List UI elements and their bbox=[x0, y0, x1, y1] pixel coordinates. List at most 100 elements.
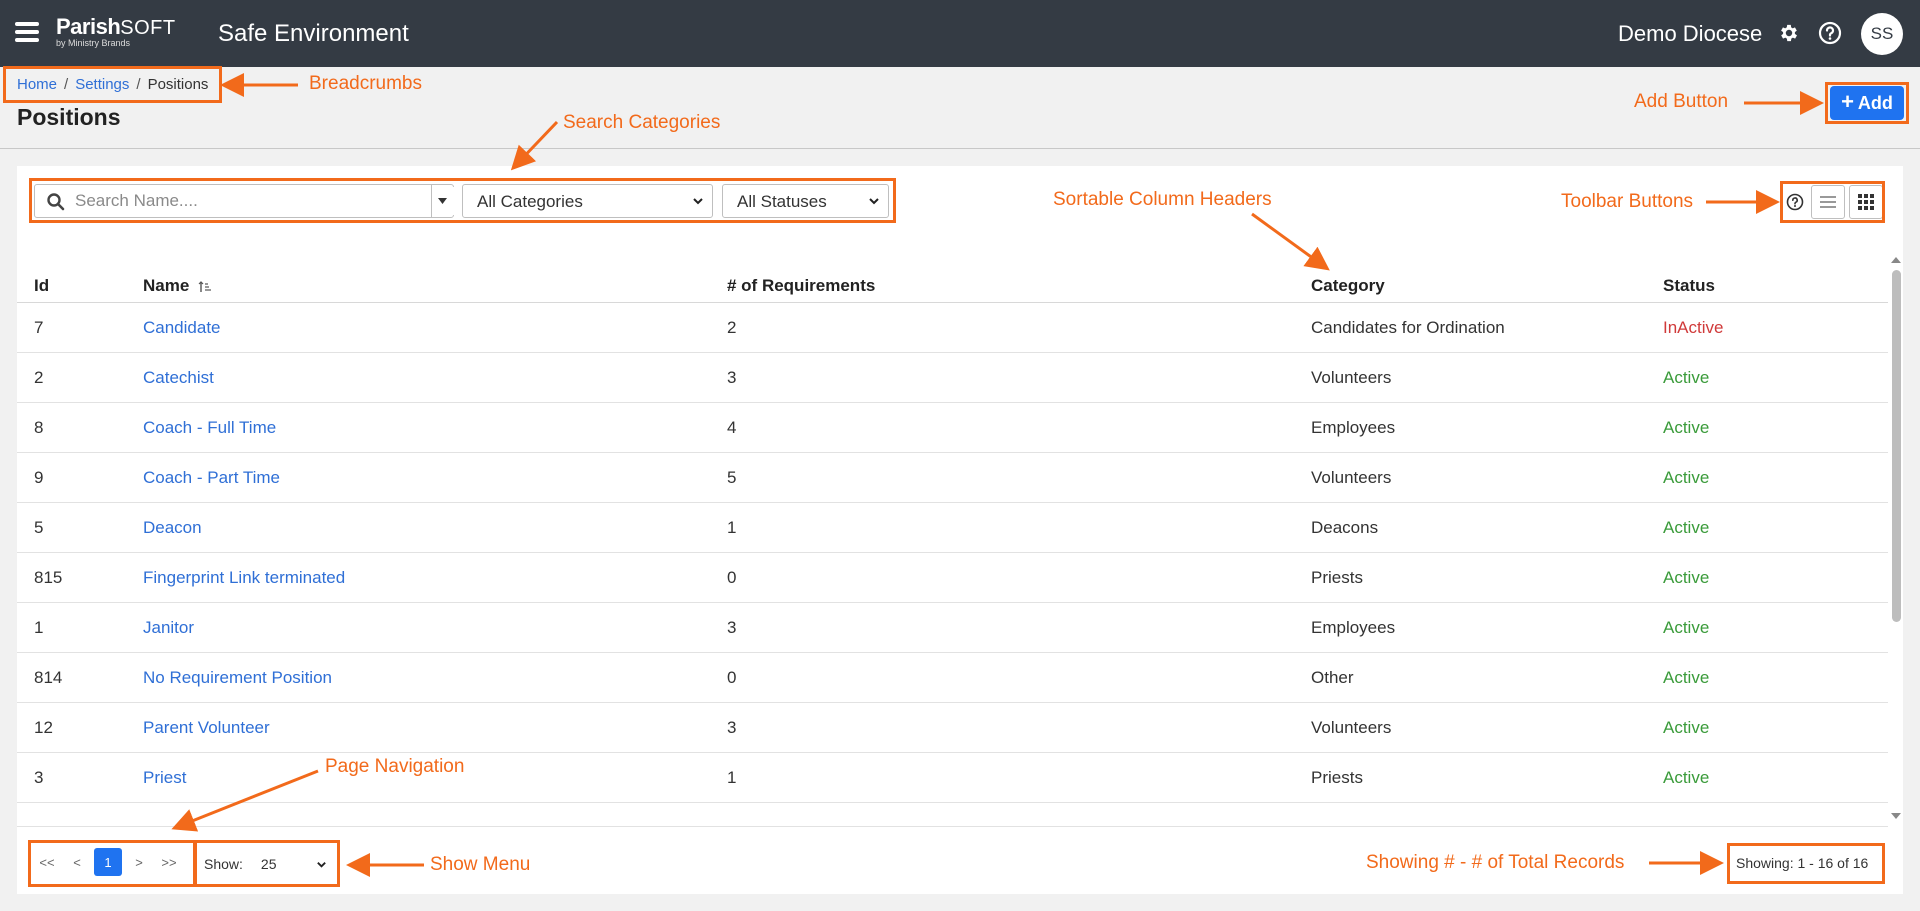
position-name-link[interactable]: Coach - Part Time bbox=[143, 468, 280, 488]
cell-status: Active bbox=[1663, 768, 1710, 787]
cell-requirements: 0 bbox=[727, 568, 737, 587]
next-page-button[interactable]: > bbox=[126, 848, 152, 876]
cell-category: Employees bbox=[1311, 618, 1396, 637]
add-button[interactable]: + Add bbox=[1830, 86, 1904, 120]
search-options-dropdown[interactable] bbox=[431, 185, 453, 217]
header-divider bbox=[0, 148, 1920, 149]
cell-category: Other bbox=[1311, 668, 1354, 687]
position-name-link[interactable]: Deacon bbox=[143, 518, 202, 538]
cell-requirements: 0 bbox=[727, 668, 737, 687]
cell-status: Active bbox=[1663, 518, 1710, 537]
cell-requirements: 3 bbox=[727, 368, 737, 387]
cell-id: 7 bbox=[34, 318, 44, 337]
column-header-name-label: Name bbox=[143, 276, 190, 295]
position-name-link[interactable]: Candidate bbox=[143, 318, 221, 338]
position-name-link[interactable]: Priest bbox=[143, 768, 186, 788]
position-name-link[interactable]: Parent Volunteer bbox=[143, 718, 270, 738]
breadcrumb-settings[interactable]: Settings bbox=[75, 76, 129, 93]
search-icon bbox=[47, 193, 65, 211]
column-header-status[interactable]: Status bbox=[1663, 276, 1715, 296]
cell-requirements: 4 bbox=[727, 418, 737, 437]
parishsoft-logo[interactable]: ParishSOFT by Ministry Brands bbox=[56, 14, 176, 48]
chevron-down-icon bbox=[693, 198, 703, 205]
breadcrumb-current: Positions bbox=[147, 76, 209, 93]
scroll-down-arrow-icon[interactable] bbox=[1891, 813, 1901, 819]
list-icon bbox=[1820, 196, 1836, 208]
help-icon[interactable] bbox=[1818, 21, 1842, 45]
position-name-link[interactable]: Janitor bbox=[143, 618, 194, 638]
category-select-value: All Categories bbox=[477, 192, 583, 211]
table-row[interactable]: 815 Fingerprint Link terminated 0 Priests Ac… bbox=[17, 553, 1888, 603]
table-row[interactable]: 5 Deacon 1 Deacons Active bbox=[17, 503, 1888, 553]
position-name-link[interactable]: Catechist bbox=[143, 368, 214, 388]
position-name-link[interactable]: Fingerprint Link terminated bbox=[143, 568, 345, 588]
search-input[interactable] bbox=[75, 187, 460, 215]
table-row[interactable]: 12 Parent Volunteer 3 Volunteers Active bbox=[17, 703, 1888, 753]
cell-category: Employees bbox=[1311, 418, 1396, 437]
gear-icon[interactable] bbox=[1778, 22, 1800, 44]
column-header-name[interactable]: Name bbox=[143, 276, 212, 296]
breadcrumb: Home / Settings / Positions bbox=[17, 76, 208, 93]
table-row[interactable]: 3 Priest 1 Priests Active bbox=[17, 753, 1888, 803]
caret-down-icon bbox=[438, 198, 447, 204]
cell-id: 3 bbox=[34, 768, 44, 787]
cell-id: 5 bbox=[34, 518, 44, 537]
table-row[interactable]: 1 Janitor 3 Employees Active bbox=[17, 603, 1888, 653]
page-1-button[interactable]: 1 bbox=[94, 848, 122, 876]
cell-id: 2 bbox=[34, 368, 44, 387]
table-row[interactable]: 814 No Requirement Position 0 Other Active bbox=[17, 653, 1888, 703]
first-page-button[interactable]: << bbox=[34, 848, 60, 876]
status-select[interactable]: All Statuses bbox=[722, 184, 889, 218]
cell-category: Priests bbox=[1311, 768, 1363, 787]
table-row[interactable]: 8 Coach - Full Time 4 Employees Active bbox=[17, 403, 1888, 453]
sort-ascending-icon bbox=[198, 280, 212, 292]
record-count: Showing: 1 - 16 of 16 bbox=[1736, 855, 1869, 871]
cell-id: 1 bbox=[34, 618, 44, 637]
brand-main: Parish bbox=[56, 14, 121, 39]
table-row[interactable]: 7 Candidate 2 Candidates for Ordination InAc… bbox=[17, 303, 1888, 353]
grid-view-button[interactable] bbox=[1849, 185, 1883, 219]
sortable-headers-annotation-label: Sortable Column Headers bbox=[1053, 189, 1272, 210]
footer-divider bbox=[17, 826, 1888, 827]
table-row[interactable]: 9 Coach - Part Time 5 Volunteers Active bbox=[17, 453, 1888, 503]
cell-id: 815 bbox=[34, 568, 63, 587]
list-view-button[interactable] bbox=[1811, 185, 1845, 219]
cell-category: Priests bbox=[1311, 568, 1363, 587]
cell-status: Active bbox=[1663, 668, 1710, 687]
plus-icon: + bbox=[1841, 89, 1854, 114]
top-nav-bar: ParishSOFT by Ministry Brands Safe Envir… bbox=[0, 0, 1920, 67]
column-header-id[interactable]: Id bbox=[34, 276, 49, 296]
column-header-requirements[interactable]: # of Requirements bbox=[727, 276, 875, 296]
toolbar-buttons-annotation-label: Toolbar Buttons bbox=[1561, 191, 1694, 212]
cell-id: 12 bbox=[34, 718, 53, 737]
column-header-category[interactable]: Category bbox=[1311, 276, 1385, 296]
organization-name[interactable]: Demo Diocese bbox=[1618, 21, 1762, 47]
cell-status: InActive bbox=[1663, 318, 1724, 337]
page-size-select[interactable]: 25 bbox=[253, 851, 331, 877]
breadcrumb-home[interactable]: Home bbox=[17, 76, 57, 93]
page-title: Positions bbox=[17, 104, 121, 130]
user-avatar[interactable]: SS bbox=[1861, 13, 1903, 55]
menu-icon[interactable] bbox=[15, 22, 39, 42]
toolbar-help-icon[interactable] bbox=[1786, 193, 1804, 211]
cell-status: Active bbox=[1663, 618, 1710, 637]
previous-page-button[interactable]: < bbox=[64, 848, 90, 876]
cell-id: 9 bbox=[34, 468, 44, 487]
page-size-value: 25 bbox=[260, 856, 277, 872]
cell-requirements: 3 bbox=[727, 618, 737, 637]
showing-records-annotation-label: Showing # - # of Total Records bbox=[1366, 852, 1625, 873]
scrollbar-thumb[interactable] bbox=[1892, 270, 1901, 622]
chevron-down-icon bbox=[869, 198, 879, 205]
table-row[interactable]: 2 Catechist 3 Volunteers Active bbox=[17, 353, 1888, 403]
cell-category: Volunteers bbox=[1311, 468, 1392, 487]
category-select[interactable]: All Categories bbox=[462, 184, 713, 218]
last-page-button[interactable]: >> bbox=[156, 848, 182, 876]
cell-status: Active bbox=[1663, 568, 1710, 587]
cell-status: Active bbox=[1663, 468, 1710, 487]
position-name-link[interactable]: Coach - Full Time bbox=[143, 418, 276, 438]
scroll-up-arrow-icon[interactable] bbox=[1891, 257, 1901, 263]
cell-requirements: 2 bbox=[727, 318, 737, 337]
status-select-value: All Statuses bbox=[737, 192, 827, 211]
search-categories-arrow bbox=[510, 120, 559, 171]
position-name-link[interactable]: No Requirement Position bbox=[143, 668, 332, 688]
